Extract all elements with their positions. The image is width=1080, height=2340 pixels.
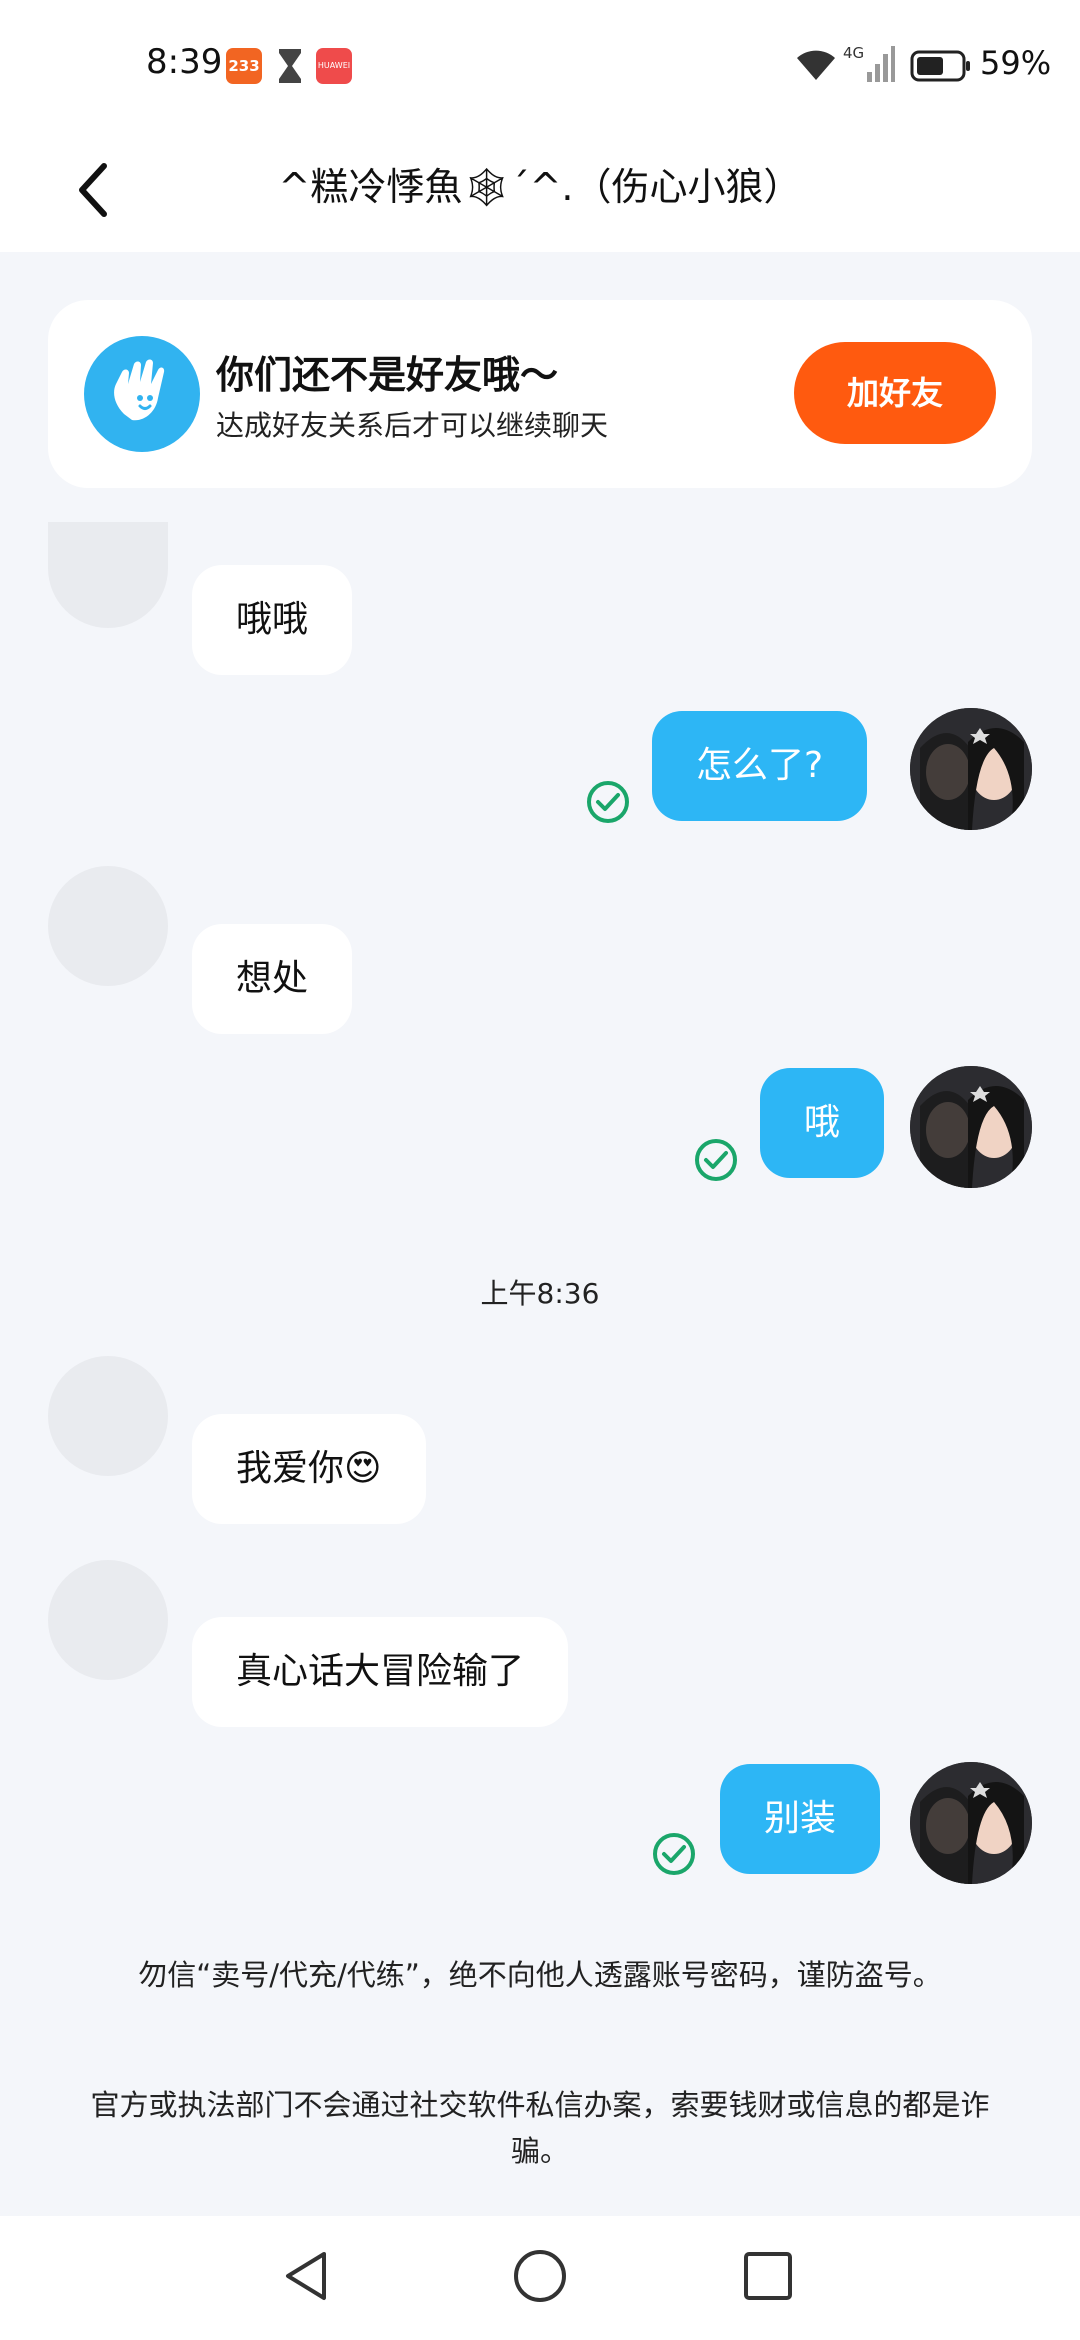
chat-title: ^糕冷悸魚🕸´^.（伤心小狼） bbox=[278, 165, 802, 209]
app-233-icon: 233 bbox=[226, 48, 262, 84]
message-bubble-received[interactable]: 哦哦 bbox=[192, 565, 353, 675]
system-nav-bar bbox=[0, 2216, 1080, 2340]
wifi-icon bbox=[797, 50, 835, 80]
safety-notice: 勿信“卖号/代充/代练”，绝不向他人透露账号密码，谨防盗号。 bbox=[138, 1958, 942, 1992]
not-friends-banner: 你们还不是好友哦～ 达成好友关系后才可以继续聊天 加好友 bbox=[48, 300, 1032, 488]
contact-avatar[interactable] bbox=[48, 522, 168, 628]
message-bubble-received[interactable]: 想处 bbox=[192, 924, 353, 1034]
wave-hand-icon bbox=[84, 336, 200, 452]
contact-avatar[interactable] bbox=[48, 1560, 168, 1680]
message-bubble-received[interactable]: 我爱你😍 bbox=[192, 1414, 426, 1524]
read-check-icon bbox=[653, 1833, 695, 1875]
huawei-app-icon: HUAWEI bbox=[316, 48, 352, 84]
contact-avatar[interactable] bbox=[48, 1356, 168, 1476]
network-type-label: 4G bbox=[843, 44, 865, 62]
message-bubble-sent[interactable]: 别装 bbox=[720, 1764, 881, 1874]
status-bar: 8:39 233 HUAWEI 4G 59% bbox=[0, 0, 1080, 130]
status-time: 8:39 bbox=[146, 42, 223, 82]
square-recents-icon[interactable] bbox=[738, 2246, 798, 2306]
triangle-back-icon[interactable] bbox=[278, 2246, 338, 2306]
battery-percent: 59% bbox=[980, 44, 1052, 82]
back-button[interactable] bbox=[70, 150, 122, 230]
battery-icon bbox=[910, 50, 970, 82]
message-bubble-sent[interactable]: 哦 bbox=[760, 1068, 885, 1178]
my-avatar[interactable] bbox=[910, 1066, 1032, 1188]
banner-subtitle: 达成好友关系后才可以继续聊天 bbox=[216, 409, 609, 442]
add-friend-button[interactable]: 加好友 bbox=[794, 342, 996, 444]
my-avatar[interactable] bbox=[910, 708, 1032, 830]
message-timestamp: 上午8:36 bbox=[480, 1277, 600, 1310]
read-check-icon bbox=[587, 781, 629, 823]
chat-header: ^糕冷悸魚🕸´^.（伤心小狼） bbox=[0, 130, 1080, 252]
banner-title: 你们还不是好友哦～ bbox=[216, 353, 559, 397]
contact-avatar[interactable] bbox=[48, 866, 168, 986]
circle-home-icon[interactable] bbox=[510, 2246, 570, 2306]
safety-notice: 官方或执法部门不会通过社交软件私信办案，索要钱财或信息的都是诈骗。 bbox=[90, 2088, 990, 2168]
my-avatar[interactable] bbox=[910, 1762, 1032, 1884]
read-check-icon bbox=[695, 1139, 737, 1181]
hourglass-icon bbox=[279, 49, 301, 83]
message-bubble-sent[interactable]: 怎么了? bbox=[652, 711, 868, 821]
message-bubble-received[interactable]: 真心话大冒险输了 bbox=[192, 1617, 569, 1727]
